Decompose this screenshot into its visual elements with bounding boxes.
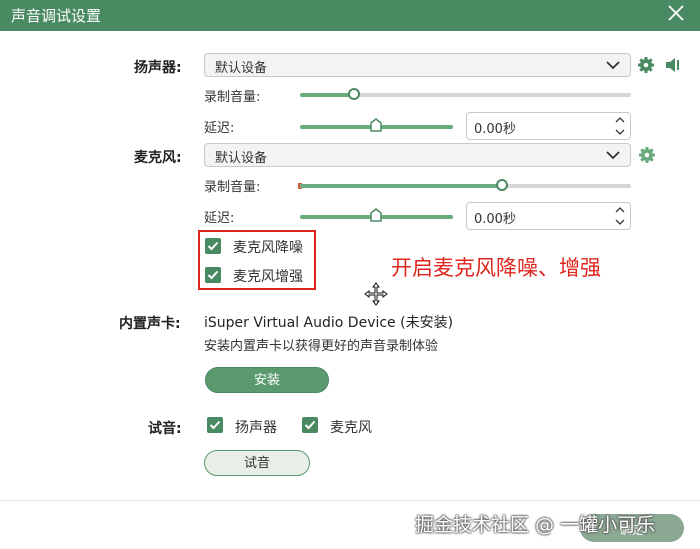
microphone-device-value: 默认设备 <box>215 151 268 166</box>
test-speaker-label: 扬声器 <box>235 420 277 436</box>
noise-reduction-label: 麦克风降噪 <box>233 240 303 256</box>
builtin-card-label: 内置声卡: <box>119 316 181 332</box>
speaker-delay-spinbox[interactable]: 0.00秒 <box>466 112 631 140</box>
checkmark-icon <box>207 270 219 280</box>
noise-reduction-checkbox[interactable] <box>205 238 221 254</box>
speaker-volume-label: 录制音量: <box>204 90 261 105</box>
window-title: 声音调试设置 <box>11 7 102 25</box>
checkmark-icon <box>207 241 219 251</box>
move-cursor-icon <box>364 282 388 306</box>
speaker-settings-gear-icon[interactable] <box>637 56 655 74</box>
speaker-volume-icon[interactable] <box>664 56 682 74</box>
mic-enhance-checkbox[interactable] <box>205 267 221 283</box>
builtin-card-device: iSuper Virtual Audio Device (未安装) <box>204 315 454 331</box>
microphone-delay-label: 延迟: <box>204 211 235 226</box>
microphone-volume-slider[interactable] <box>298 179 631 193</box>
speaker-label: 扬声器: <box>134 60 182 76</box>
microphone-label: 麦克风: <box>134 150 182 166</box>
speaker-delay-value: 0.00秒 <box>474 122 516 137</box>
chevron-down-icon <box>606 61 620 70</box>
test-label: 试音: <box>148 421 182 437</box>
microphone-delay-slider[interactable] <box>300 208 453 224</box>
footer-divider <box>0 500 700 501</box>
microphone-delay-value: 0.00秒 <box>474 212 516 227</box>
title-bar: 声音调试设置 <box>0 0 700 31</box>
test-mic-label: 麦克风 <box>330 420 372 436</box>
spin-arrows-icon[interactable] <box>615 205 625 227</box>
microphone-device-select[interactable]: 默认设备 <box>204 143 631 167</box>
test-mic-checkbox[interactable] <box>302 417 318 433</box>
speaker-device-select[interactable]: 默认设备 <box>204 53 631 77</box>
speaker-device-value: 默认设备 <box>215 61 268 76</box>
speaker-delay-slider[interactable] <box>300 118 453 134</box>
test-button[interactable]: 试音 <box>204 450 310 476</box>
slider-knob[interactable] <box>496 179 508 191</box>
builtin-card-hint: 安装内置声卡以获得更好的声音录制体验 <box>204 339 439 354</box>
close-icon[interactable] <box>666 3 686 23</box>
slider-knob[interactable] <box>348 88 360 100</box>
checkmark-icon <box>209 420 221 430</box>
install-button[interactable]: 安装 <box>205 367 329 393</box>
speaker-delay-label: 延迟: <box>204 121 235 136</box>
test-speaker-checkbox[interactable] <box>207 417 223 433</box>
slider-handle-icon[interactable] <box>370 208 382 222</box>
mic-enhance-label: 麦克风增强 <box>233 269 303 285</box>
speaker-volume-slider[interactable] <box>300 88 631 102</box>
spin-arrows-icon[interactable] <box>615 115 625 137</box>
microphone-volume-label: 录制音量: <box>204 180 261 195</box>
chevron-down-icon <box>606 151 620 160</box>
annotation-text: 开启麦克风降噪、增强 <box>391 256 601 280</box>
slider-handle-icon[interactable] <box>370 118 382 132</box>
microphone-delay-spinbox[interactable]: 0.00秒 <box>466 202 631 230</box>
checkmark-icon <box>304 420 316 430</box>
microphone-settings-gear-icon[interactable] <box>638 146 656 164</box>
watermark-text: 掘金技术社区 @ 一罐小可乐 <box>415 514 656 536</box>
